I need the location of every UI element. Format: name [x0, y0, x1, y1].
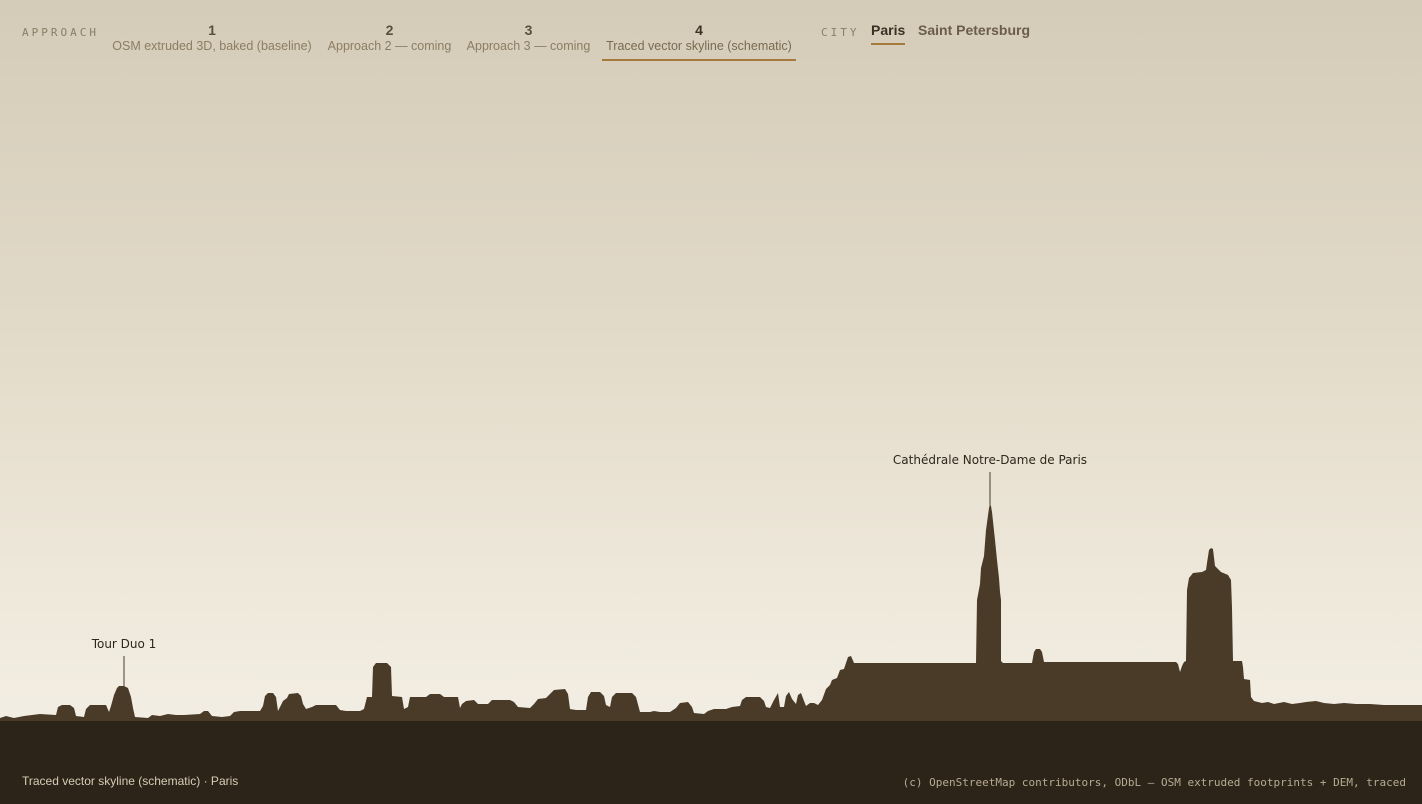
- landmark-label-notre-dame: Cathédrale Notre-Dame de Paris: [893, 453, 1087, 467]
- footer-attribution: (c) OpenStreetMap contributors, ODbL — O…: [902, 776, 1406, 789]
- landmark-label-tour-duo-1: Tour Duo 1: [91, 637, 157, 651]
- skyline-canvas: Tour Duo 1 Cathédrale Notre-Dame de Pari…: [0, 453, 1422, 722]
- footer-caption: Traced vector skyline (schematic) · Pari…: [22, 774, 239, 788]
- ground-band: [0, 721, 1422, 804]
- skyline-silhouette: [0, 504, 1422, 722]
